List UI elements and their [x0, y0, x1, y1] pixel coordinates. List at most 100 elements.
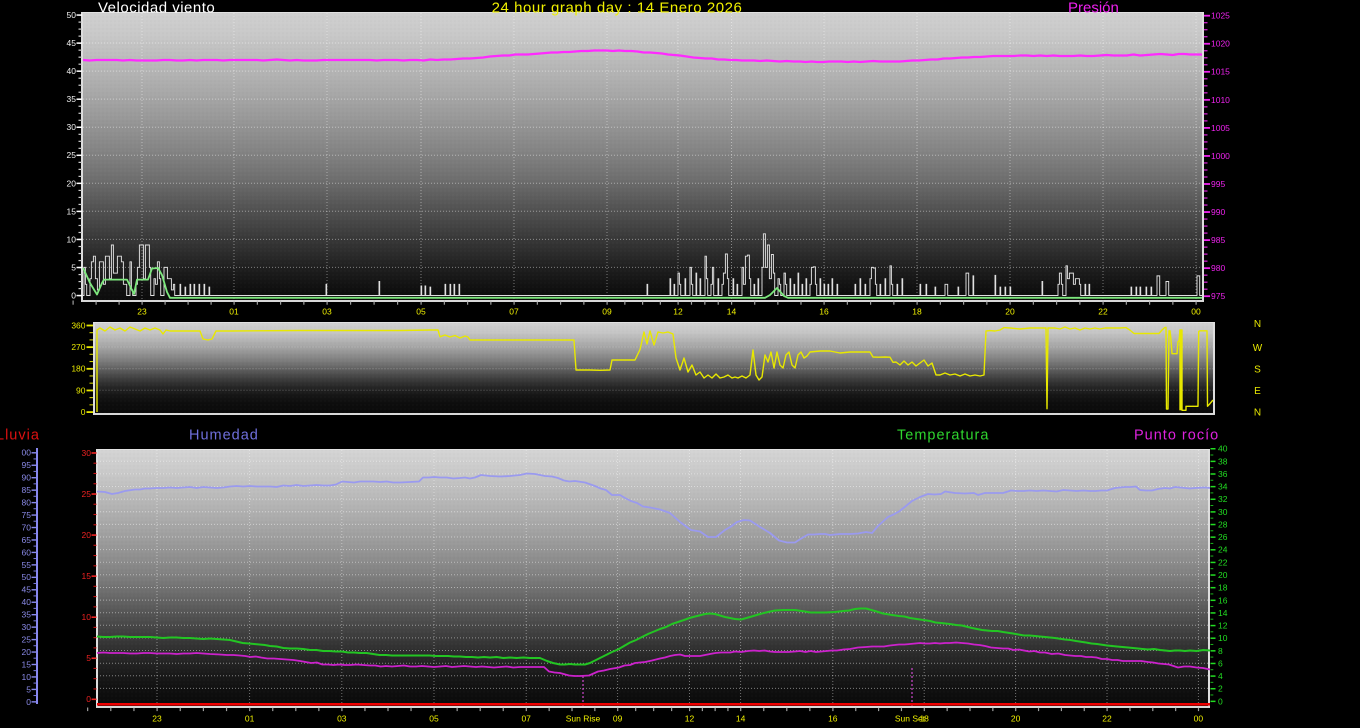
svg-text:22: 22 [1102, 714, 1112, 724]
svg-text:30: 30 [1218, 507, 1228, 517]
svg-text:40: 40 [67, 66, 77, 76]
svg-text:0: 0 [81, 407, 86, 417]
svg-text:1020: 1020 [1211, 39, 1230, 49]
svg-text:95: 95 [22, 460, 32, 470]
svg-text:50: 50 [67, 10, 77, 20]
svg-text:35: 35 [67, 94, 77, 104]
svg-text:Humedad: Humedad [189, 428, 259, 444]
svg-text:14: 14 [1218, 608, 1228, 618]
svg-text:60: 60 [22, 547, 32, 557]
svg-text:1000: 1000 [1211, 151, 1230, 161]
svg-text:Sun Rise: Sun Rise [566, 714, 601, 724]
svg-text:23: 23 [137, 306, 147, 316]
svg-text:0: 0 [26, 697, 31, 707]
svg-text:18: 18 [1218, 583, 1228, 593]
svg-text:20: 20 [22, 647, 32, 657]
svg-text:16: 16 [828, 714, 838, 724]
svg-text:Presión: Presión [1068, 0, 1119, 17]
svg-text:W: W [1253, 343, 1263, 354]
svg-text:03: 03 [337, 714, 347, 724]
svg-text:995: 995 [1211, 179, 1225, 189]
svg-text:10: 10 [22, 672, 32, 682]
svg-text:12: 12 [685, 714, 695, 724]
svg-text:16: 16 [819, 306, 829, 316]
svg-text:30: 30 [82, 448, 92, 458]
svg-text:270: 270 [71, 342, 85, 352]
svg-text:22: 22 [1098, 306, 1108, 316]
svg-text:45: 45 [22, 585, 32, 595]
svg-text:85: 85 [22, 485, 32, 495]
svg-text:Temperatura: Temperatura [897, 428, 989, 444]
svg-text:05: 05 [416, 306, 426, 316]
svg-text:22: 22 [1218, 557, 1228, 567]
svg-text:24 hour graph day : 14 Enero 2: 24 hour graph day : 14 Enero 2026 [492, 0, 743, 17]
svg-text:23: 23 [152, 714, 162, 724]
svg-text:90: 90 [22, 473, 32, 483]
svg-text:E: E [1254, 386, 1261, 397]
svg-text:90: 90 [76, 385, 86, 395]
svg-text:55: 55 [22, 560, 32, 570]
svg-text:980: 980 [1211, 263, 1225, 273]
svg-text:5: 5 [26, 684, 31, 694]
svg-text:32: 32 [1218, 494, 1228, 504]
svg-text:0: 0 [71, 291, 76, 301]
svg-text:80: 80 [22, 498, 32, 508]
svg-text:990: 990 [1211, 207, 1225, 217]
svg-text:Sun Set: Sun Set [895, 714, 926, 724]
svg-text:70: 70 [22, 522, 32, 532]
svg-text:Velocidad viento: Velocidad viento [98, 0, 215, 17]
svg-text:20: 20 [1005, 306, 1015, 316]
svg-text:Punto rocío: Punto rocío [1134, 428, 1219, 444]
svg-text:03: 03 [322, 306, 332, 316]
svg-text:0: 0 [86, 694, 91, 704]
svg-text:12: 12 [673, 306, 683, 316]
svg-text:45: 45 [67, 38, 77, 48]
svg-text:07: 07 [521, 714, 531, 724]
svg-text:Lluvia: Lluvia [0, 428, 40, 444]
svg-text:30: 30 [22, 622, 32, 632]
svg-text:18: 18 [912, 306, 922, 316]
svg-text:2: 2 [1218, 684, 1223, 694]
svg-text:10: 10 [82, 612, 92, 622]
svg-text:25: 25 [67, 150, 77, 160]
svg-text:16: 16 [1218, 595, 1228, 605]
svg-text:00: 00 [1194, 714, 1204, 724]
svg-text:5: 5 [86, 653, 91, 663]
svg-text:00: 00 [1191, 306, 1201, 316]
svg-text:26: 26 [1218, 532, 1228, 542]
svg-text:30: 30 [67, 122, 77, 132]
svg-text:4: 4 [1218, 671, 1223, 681]
svg-text:S: S [1254, 365, 1261, 376]
svg-text:34: 34 [1218, 482, 1228, 492]
svg-text:65: 65 [22, 535, 32, 545]
svg-text:09: 09 [602, 306, 612, 316]
svg-text:35: 35 [22, 610, 32, 620]
svg-text:5: 5 [71, 262, 76, 272]
svg-text:180: 180 [71, 364, 85, 374]
svg-text:1015: 1015 [1211, 67, 1230, 77]
svg-text:09: 09 [613, 714, 623, 724]
svg-text:20: 20 [67, 178, 77, 188]
svg-text:75: 75 [22, 510, 32, 520]
svg-text:N: N [1254, 408, 1261, 419]
svg-text:N: N [1254, 319, 1261, 330]
svg-text:36: 36 [1218, 469, 1228, 479]
svg-text:6: 6 [1218, 658, 1223, 668]
svg-text:40: 40 [22, 597, 32, 607]
svg-text:20: 20 [1011, 714, 1021, 724]
svg-text:8: 8 [1218, 646, 1223, 656]
svg-text:1010: 1010 [1211, 95, 1230, 105]
svg-text:15: 15 [82, 571, 92, 581]
svg-text:10: 10 [67, 234, 77, 244]
svg-text:05: 05 [429, 714, 439, 724]
svg-text:24: 24 [1218, 545, 1228, 555]
svg-text:985: 985 [1211, 235, 1225, 245]
svg-text:360: 360 [71, 320, 85, 330]
svg-text:975: 975 [1211, 291, 1225, 301]
svg-text:1005: 1005 [1211, 123, 1230, 133]
svg-text:20: 20 [82, 530, 92, 540]
svg-text:50: 50 [22, 572, 32, 582]
svg-text:14: 14 [727, 306, 737, 316]
svg-text:15: 15 [67, 206, 77, 216]
svg-text:01: 01 [245, 714, 255, 724]
